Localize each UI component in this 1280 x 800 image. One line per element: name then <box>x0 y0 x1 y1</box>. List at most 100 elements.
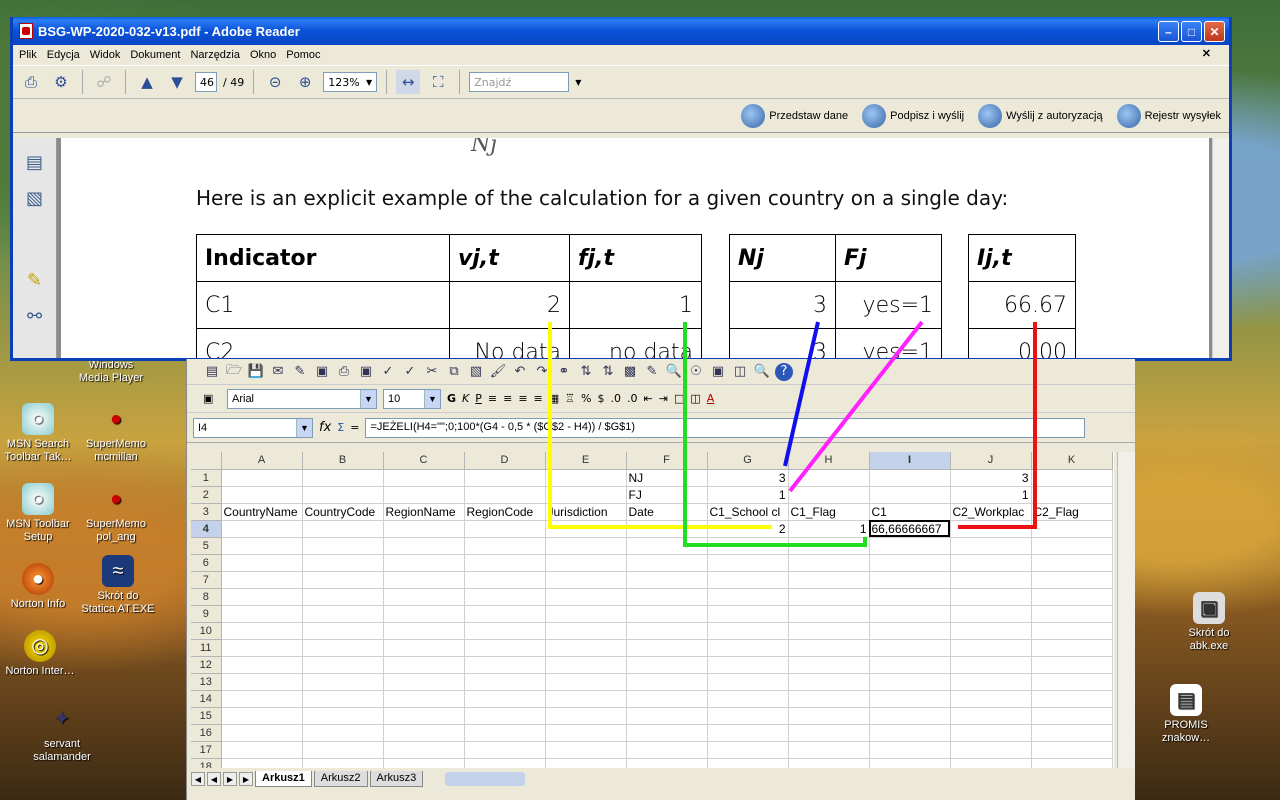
hyperlink-icon[interactable]: ⚭ <box>555 363 573 381</box>
cell[interactable] <box>302 486 384 504</box>
cell[interactable] <box>869 469 951 487</box>
cell[interactable] <box>221 673 303 691</box>
cell[interactable] <box>383 588 465 606</box>
format-paintbrush-icon[interactable]: 🖌 <box>489 363 507 381</box>
column-header[interactable]: F <box>626 452 708 470</box>
align-right-icon[interactable]: ≡ <box>518 392 527 405</box>
cell[interactable] <box>869 673 951 691</box>
underline-icon[interactable]: P <box>475 392 482 405</box>
cell[interactable]: RegionName <box>383 503 465 521</box>
cell[interactable] <box>302 656 384 674</box>
cell[interactable] <box>707 707 789 725</box>
cell[interactable] <box>383 554 465 572</box>
cell[interactable] <box>626 622 708 640</box>
cell[interactable] <box>626 690 708 708</box>
cell[interactable] <box>383 571 465 589</box>
previous-sheet-icon[interactable]: ◀ <box>207 772 221 786</box>
cell[interactable] <box>545 588 627 606</box>
cell[interactable] <box>788 690 870 708</box>
cell[interactable] <box>383 741 465 759</box>
chevron-down-icon[interactable]: ▼ <box>575 78 581 87</box>
draw-functions-icon[interactable]: ✎ <box>643 363 661 381</box>
cell[interactable] <box>788 724 870 742</box>
cell[interactable] <box>788 469 870 487</box>
cell[interactable] <box>950 588 1032 606</box>
cell[interactable] <box>302 554 384 572</box>
cell[interactable] <box>869 758 951 768</box>
row-header[interactable]: 8 <box>191 588 222 606</box>
sum-icon[interactable]: Σ <box>337 421 344 434</box>
cell[interactable] <box>950 605 1032 623</box>
delete-decimal-icon[interactable]: .0 <box>627 392 638 405</box>
menu-edycja[interactable]: Edycja <box>47 49 80 61</box>
font-size-select[interactable]: 10 ▼ <box>383 388 441 409</box>
align-center-icon[interactable]: ≡ <box>503 392 512 405</box>
cell[interactable] <box>464 673 546 691</box>
formula-input[interactable]: =JEŻELI(H4="";0;100*(G4 - 0,5 * ($G$2 - … <box>365 417 1086 438</box>
cell[interactable] <box>869 537 951 555</box>
last-sheet-icon[interactable]: ▶ <box>239 772 253 786</box>
cell[interactable] <box>383 673 465 691</box>
cell[interactable] <box>383 537 465 555</box>
export-pdf-icon[interactable]: ▣ <box>313 363 331 381</box>
desktop-icon-servant-salamander[interactable]: ✦ servant salamander <box>24 703 100 764</box>
cell[interactable] <box>788 537 870 555</box>
find-input[interactable]: Znajdź <box>469 72 570 92</box>
column-header[interactable]: J <box>950 452 1032 470</box>
cell[interactable] <box>788 639 870 657</box>
cell[interactable] <box>707 741 789 759</box>
cell[interactable] <box>221 486 303 504</box>
cell[interactable] <box>221 690 303 708</box>
cell[interactable] <box>464 469 546 487</box>
desktop-icon-supermemo-mcmillan[interactable]: ● SuperMemo mcmillan <box>78 403 154 464</box>
cell[interactable] <box>545 741 627 759</box>
cell[interactable] <box>626 520 708 538</box>
row-header[interactable]: 5 <box>191 537 222 555</box>
share-icon[interactable]: ☍ <box>92 70 116 94</box>
menu-plik[interactable]: Plik <box>19 49 37 61</box>
cell[interactable] <box>869 656 951 674</box>
cell[interactable] <box>383 469 465 487</box>
cell[interactable] <box>545 758 627 768</box>
cell[interactable] <box>707 673 789 691</box>
cell[interactable] <box>869 724 951 742</box>
cell[interactable] <box>302 588 384 606</box>
cell[interactable] <box>707 656 789 674</box>
cell[interactable] <box>626 724 708 742</box>
cell[interactable] <box>1031 469 1113 487</box>
cell[interactable] <box>788 486 870 504</box>
fit-width-icon[interactable]: ↔ <box>396 70 421 94</box>
first-sheet-icon[interactable]: ◀ <box>191 772 205 786</box>
decrease-indent-icon[interactable]: ⇤ <box>644 392 653 405</box>
cell[interactable] <box>383 724 465 742</box>
cell[interactable] <box>545 690 627 708</box>
row-header[interactable]: 2 <box>191 486 222 504</box>
cell[interactable]: 3 <box>707 469 789 487</box>
row-header[interactable]: 18 <box>191 758 222 768</box>
cell[interactable] <box>221 554 303 572</box>
sort-ascending-icon[interactable]: ⇅ <box>577 363 595 381</box>
reader-title-bar[interactable]: BSG-WP-2020-032-v13.pdf - Adobe Reader –… <box>13 17 1229 45</box>
collaborate-icon[interactable]: ⚙ <box>49 70 73 94</box>
cell[interactable]: RegionCode <box>464 503 546 521</box>
row-header[interactable]: 9 <box>191 605 222 623</box>
next-sheet-icon[interactable]: ▶ <box>223 772 237 786</box>
action-rejestr-wysylek[interactable]: Rejestr wysyłek <box>1116 103 1221 128</box>
cell[interactable] <box>464 622 546 640</box>
cell[interactable]: NJ <box>626 469 708 487</box>
cell[interactable] <box>1031 690 1113 708</box>
cell[interactable] <box>1031 639 1113 657</box>
add-decimal-icon[interactable]: .0 <box>611 392 622 405</box>
cell[interactable] <box>302 469 384 487</box>
cell[interactable] <box>707 588 789 606</box>
function-equals-icon[interactable]: = <box>350 421 359 434</box>
cell[interactable] <box>950 707 1032 725</box>
reader-vertical-scrollbar[interactable] <box>1212 138 1229 358</box>
cell[interactable]: Jurisdiction <box>545 503 627 521</box>
borders-icon[interactable]: □ <box>674 392 684 405</box>
name-box[interactable]: I4 ▼ <box>193 417 313 438</box>
maximize-button[interactable]: □ <box>1181 21 1202 42</box>
cell[interactable] <box>1031 520 1113 538</box>
cell[interactable] <box>302 520 384 538</box>
attachments-icon[interactable]: ⚯ <box>24 306 46 328</box>
